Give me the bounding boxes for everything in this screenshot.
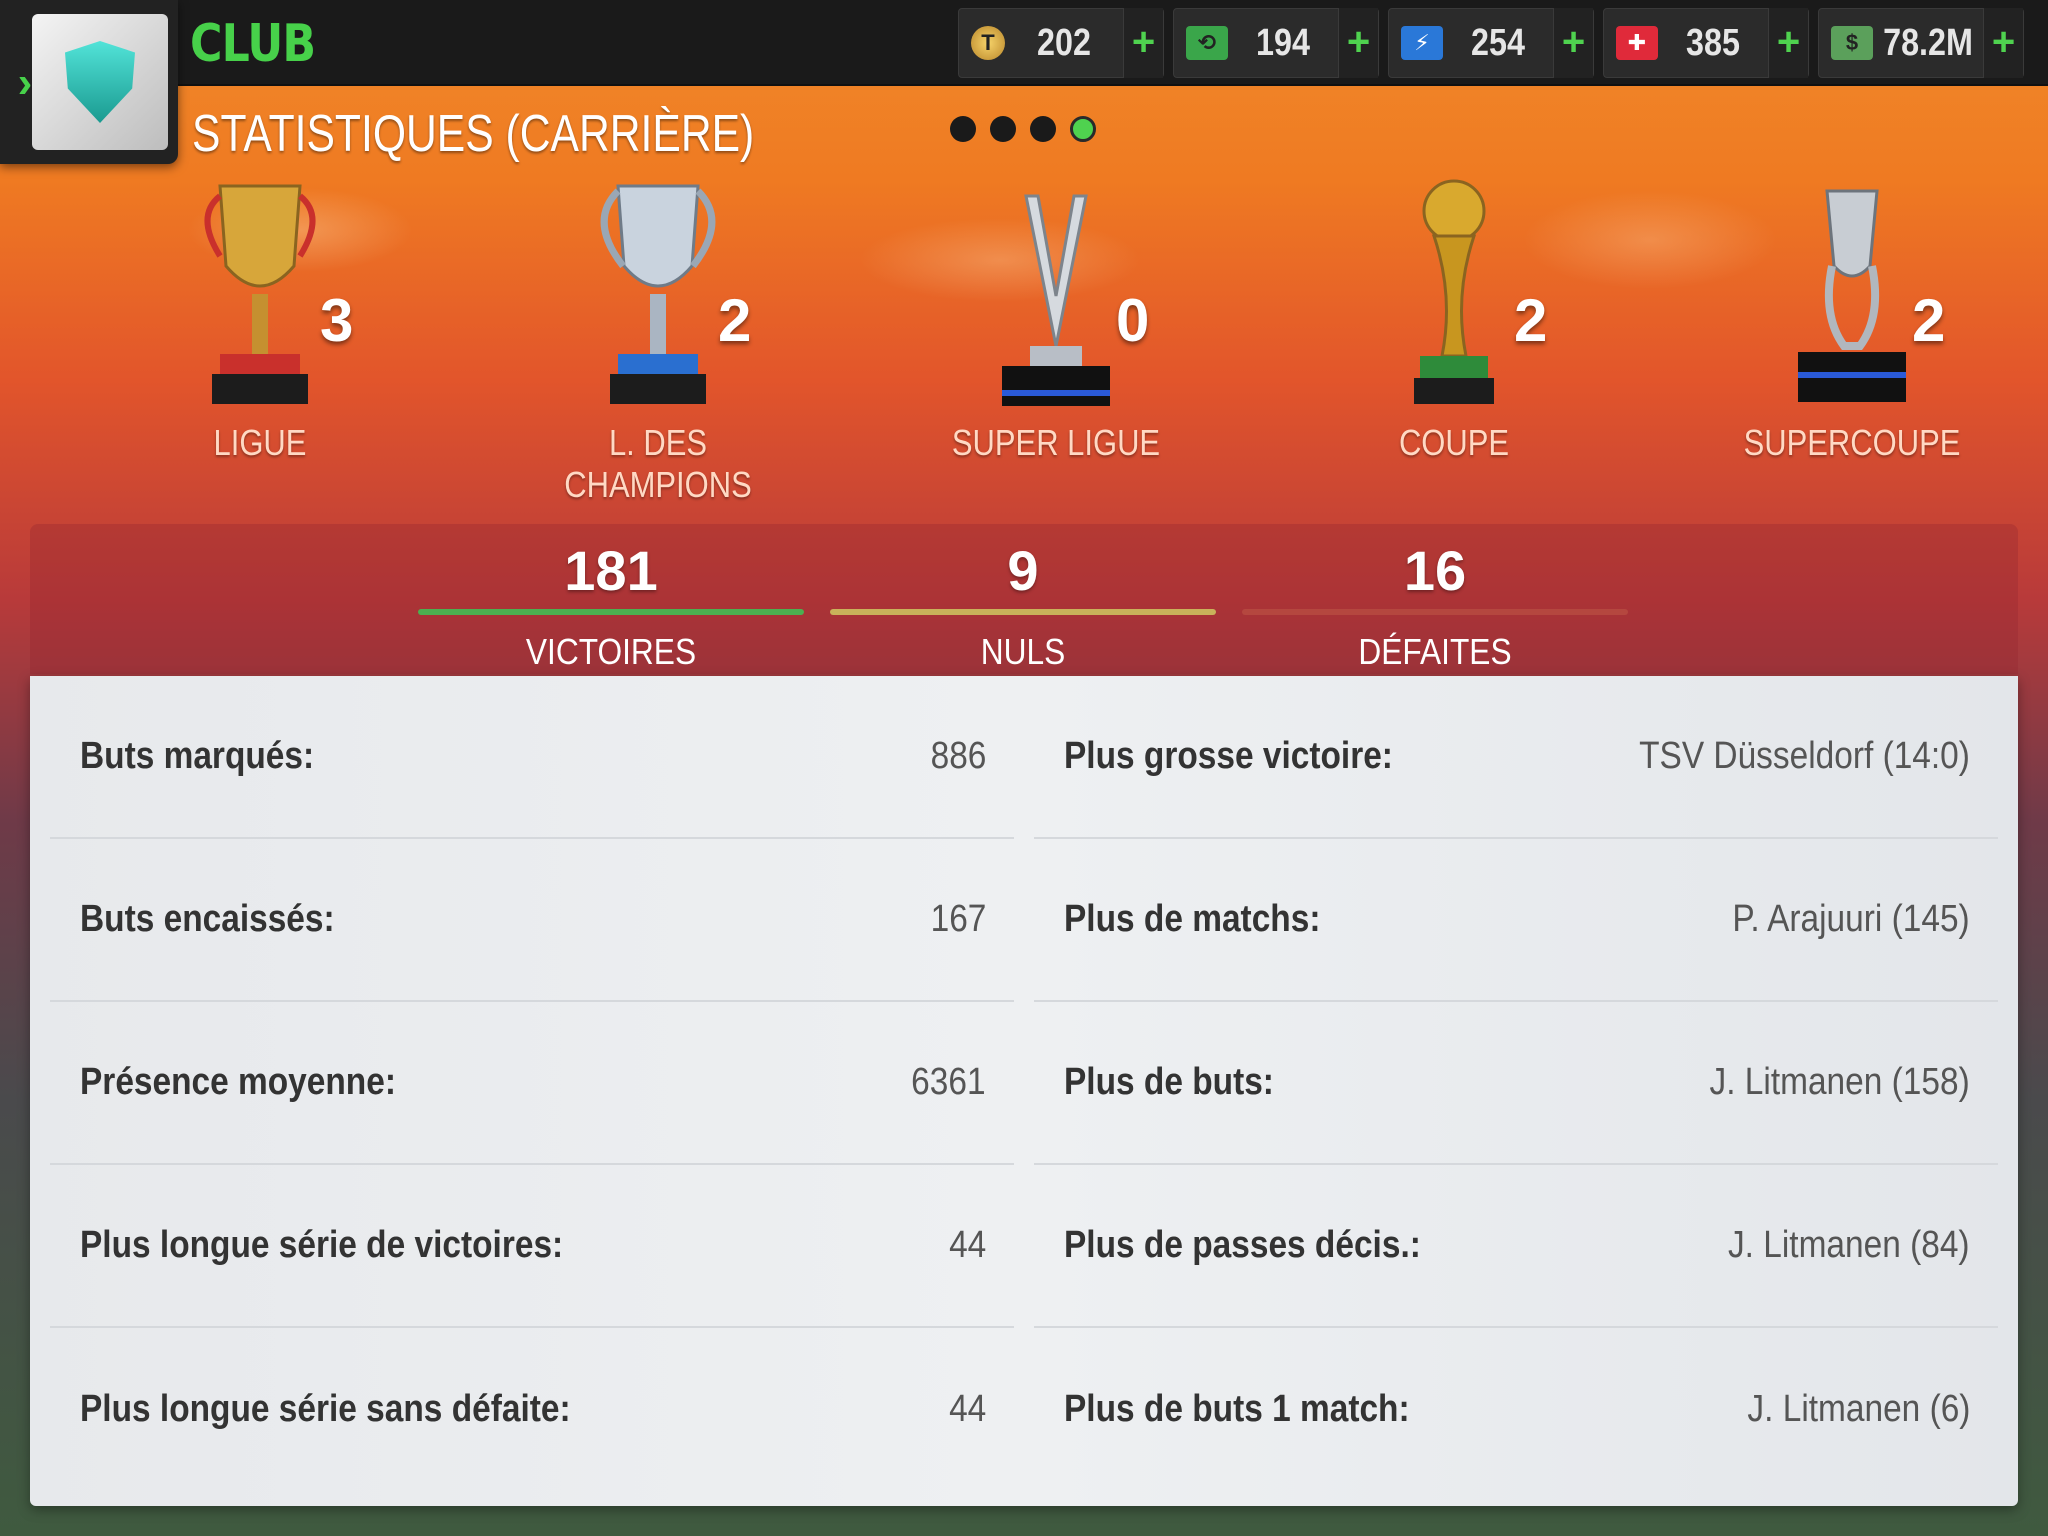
stat-label: Plus longue série sans défaite: <box>80 1388 571 1430</box>
trophy-cup-icon <box>1414 179 1494 404</box>
currency-energy: ⚡ 254 + <box>1388 8 1594 78</box>
stat-label: Buts marqués: <box>80 735 315 777</box>
stat-row: Buts encaissés: 167 <box>50 839 1014 1002</box>
stats-column-left: Buts marqués: 886 Buts encaissés: 167 Pr… <box>50 676 1014 1491</box>
record-summary: 181 VICTOIRES 9 NULS 16 DÉFAITES <box>30 524 2018 674</box>
currency-value: 202 <box>1037 21 1091 64</box>
page-dot[interactable] <box>990 116 1016 142</box>
stat-row: Plus de matchs: P. Arajuuri (145) <box>1034 839 1998 1002</box>
trophy-ligue: 3 LIGUE <box>150 176 410 476</box>
stat-row: Plus grosse victoire: TSV Düsseldorf (14… <box>1034 676 1998 839</box>
stat-value: 44 <box>948 1388 986 1430</box>
currency-tokens: T 202 + <box>958 8 1164 78</box>
stat-label: Buts encaissés: <box>80 898 335 940</box>
trophy-cup-icon <box>1002 194 1110 406</box>
trophy-count: 2 <box>1912 287 1946 354</box>
currency-cash: $ 78.2M + <box>1818 8 2024 78</box>
stat-label: Plus de matchs: <box>1064 898 1321 940</box>
stat-label: Plus longue série de victoires: <box>80 1224 564 1266</box>
stat-value: 886 <box>930 735 986 777</box>
stat-value: P. Arajuuri (145) <box>1732 898 1970 940</box>
losses-bar <box>1242 609 1628 615</box>
stat-value: J. Litmanen (6) <box>1746 1388 1970 1430</box>
currency-medic: ✚ 385 + <box>1603 8 1809 78</box>
stat-row: Plus de buts: J. Litmanen (158) <box>1034 1002 1998 1165</box>
draws-count: 9 <box>1007 539 1039 602</box>
stats-column-right: Plus grosse victoire: TSV Düsseldorf (14… <box>1034 676 1998 1491</box>
stat-value: 44 <box>948 1224 986 1266</box>
trophy-coupe: 2 COUPE <box>1344 176 1604 476</box>
trophy-label: SUPER LIGUE <box>951 422 1161 463</box>
club-shield-icon <box>65 41 135 123</box>
trophy-cup-icon <box>1798 189 1906 402</box>
stat-label: Plus grosse victoire: <box>1064 735 1393 777</box>
record-losses: 16 DÉFAITES <box>1242 538 1628 673</box>
stat-row: Plus de passes décis.: J. Litmanen (84) <box>1034 1165 1998 1328</box>
trophy-cup-icon <box>204 184 316 404</box>
energy-icon: ⚡ <box>1401 26 1443 60</box>
currency-tickets: ⟲ 194 + <box>1173 8 1379 78</box>
ticket-icon: ⟲ <box>1186 26 1228 60</box>
stat-row: Buts marqués: 886 <box>50 676 1014 839</box>
record-wins: 181 VICTOIRES <box>418 538 804 673</box>
record-draws: 9 NULS <box>830 538 1216 673</box>
page-dot[interactable] <box>950 116 976 142</box>
stat-label: Plus de passes décis.: <box>1064 1224 1421 1266</box>
top-bar: CLUB T 202 + ⟲ 194 + ⚡ 254 + ✚ 385 + $ 7… <box>0 0 2048 86</box>
stat-value: J. Litmanen (84) <box>1728 1224 1970 1266</box>
trophy-label: L. DES CHAMPIONS <box>564 422 752 505</box>
trophy-cup-icon <box>600 184 716 404</box>
medic-icon: ✚ <box>1616 26 1658 60</box>
add-cash-button[interactable]: + <box>1983 8 2023 78</box>
trophy-count: 3 <box>320 287 354 354</box>
add-energy-button[interactable]: + <box>1553 8 1593 78</box>
stat-row: Présence moyenne: 6361 <box>50 1002 1014 1165</box>
trophy-label: COUPE <box>1398 422 1510 463</box>
stats-panel: Buts marqués: 886 Buts encaissés: 167 Pr… <box>30 676 2018 1506</box>
trophy-super-ligue: 0 SUPER LIGUE <box>946 176 1206 476</box>
page-dot-active[interactable] <box>1070 116 1096 142</box>
add-tickets-button[interactable]: + <box>1338 8 1378 78</box>
trophy-count: 0 <box>1116 287 1150 354</box>
stat-label: Présence moyenne: <box>80 1061 396 1103</box>
stat-value: 6361 <box>911 1061 986 1103</box>
page-dot[interactable] <box>1030 116 1056 142</box>
stat-row: Plus longue série de victoires: 44 <box>50 1165 1014 1328</box>
draws-bar <box>830 609 1216 615</box>
token-coin-icon: T <box>971 26 1005 60</box>
add-tokens-button[interactable]: + <box>1123 8 1163 78</box>
page-indicator <box>950 116 1096 142</box>
trophy-supercoupe: 2 SUPERCOUPE <box>1742 176 2002 476</box>
trophy-label: SUPERCOUPE <box>1743 422 1961 463</box>
wins-bar <box>418 609 804 615</box>
add-medic-button[interactable]: + <box>1768 8 1808 78</box>
currency-value: 254 <box>1471 21 1525 64</box>
currency-bar: T 202 + ⟲ 194 + ⚡ 254 + ✚ 385 + $ 78.2M … <box>958 8 2024 78</box>
stat-value: TSV Düsseldorf (14:0) <box>1639 735 1970 777</box>
wins-count: 181 <box>564 539 658 602</box>
stat-value: J. Litmanen (158) <box>1709 1061 1970 1103</box>
losses-label: DÉFAITES <box>1358 631 1512 672</box>
stat-label: Plus de buts 1 match: <box>1064 1388 1410 1430</box>
stat-row: Plus longue série sans défaite: 44 <box>50 1328 1014 1491</box>
wins-label: VICTOIRES <box>525 631 697 672</box>
trophy-champions-league: 2 L. DES CHAMPIONS <box>548 176 808 505</box>
trophy-count: 2 <box>1514 287 1548 354</box>
draws-label: NULS <box>980 631 1066 672</box>
club-badge-button[interactable]: › <box>0 0 178 164</box>
currency-value: 194 <box>1256 21 1310 64</box>
losses-count: 16 <box>1403 539 1467 602</box>
currency-value: 78.2M <box>1883 21 1973 64</box>
stat-label: Plus de buts: <box>1064 1061 1274 1103</box>
trophy-label: LIGUE <box>213 422 307 463</box>
trophy-count: 2 <box>718 287 752 354</box>
currency-value: 385 <box>1686 21 1740 64</box>
stat-row: Plus de buts 1 match: J. Litmanen (6) <box>1034 1328 1998 1491</box>
page-subtitle: STATISTIQUES (CARRIÈRE) <box>192 105 755 163</box>
screen-title: CLUB <box>190 14 316 74</box>
club-badge <box>32 14 168 150</box>
stat-value: 167 <box>930 898 986 940</box>
cash-icon: $ <box>1831 26 1873 60</box>
